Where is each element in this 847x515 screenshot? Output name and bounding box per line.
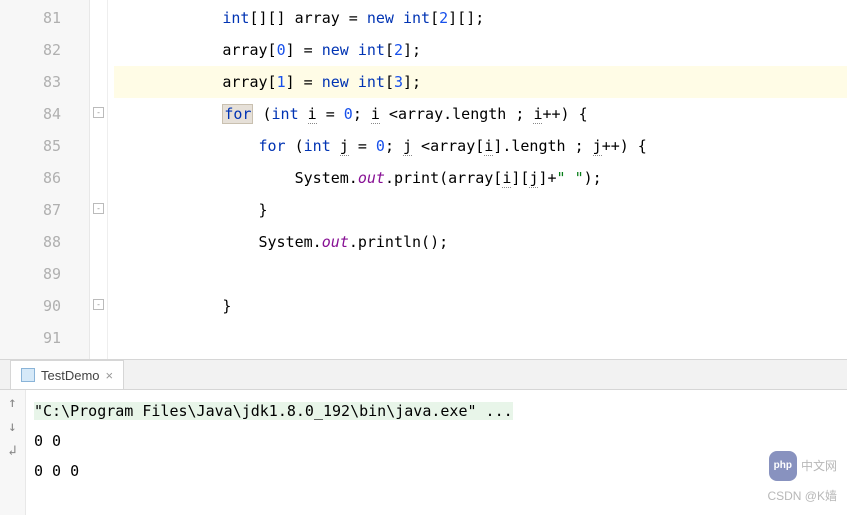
code-line: for (int i = 0; i <array.length ; i++) { bbox=[114, 98, 847, 130]
code-editor[interactable]: 81 82 83 84 85 86 87 88 89 90 91 - - - i… bbox=[0, 0, 847, 360]
run-tab-testdemo[interactable]: TestDemo × bbox=[10, 360, 124, 389]
console-toolbar: ↑ ↓ ↲ bbox=[0, 390, 26, 515]
line-number: 81 bbox=[0, 2, 89, 34]
console-output[interactable]: "C:\Program Files\Java\jdk1.8.0_192\bin\… bbox=[26, 390, 847, 515]
watermark: php中文网 CSDN @K嫱 bbox=[767, 451, 837, 511]
run-tab-bar: TestDemo × bbox=[0, 360, 847, 390]
fold-column: - - - bbox=[90, 0, 108, 359]
code-line-current: array[1] = new int[3]; bbox=[114, 66, 847, 98]
scroll-down-icon[interactable]: ↓ bbox=[6, 420, 20, 434]
line-number: 85 bbox=[0, 130, 89, 162]
console-command: "C:\Program Files\Java\jdk1.8.0_192\bin\… bbox=[34, 402, 513, 420]
line-number: 86 bbox=[0, 162, 89, 194]
line-number: 82 bbox=[0, 34, 89, 66]
code-line bbox=[114, 322, 847, 354]
line-number: 87 bbox=[0, 194, 89, 226]
fold-toggle-icon[interactable]: - bbox=[93, 107, 104, 118]
line-number: 90 bbox=[0, 290, 89, 322]
code-line: int[][] array = new int[2][]; bbox=[114, 2, 847, 34]
console-line: 0 0 bbox=[34, 426, 839, 456]
run-config-icon bbox=[21, 368, 35, 382]
line-number: 83 bbox=[0, 66, 89, 98]
code-line: } bbox=[114, 290, 847, 322]
fold-toggle-icon[interactable]: - bbox=[93, 299, 104, 310]
soft-wrap-icon[interactable]: ↲ bbox=[6, 444, 20, 458]
code-line: } bbox=[114, 194, 847, 226]
fold-toggle-icon[interactable]: - bbox=[93, 203, 104, 214]
code-area[interactable]: int[][] array = new int[2][]; array[0] =… bbox=[108, 0, 847, 359]
line-number: 91 bbox=[0, 322, 89, 354]
code-line: for (int j = 0; j <array[i].length ; j++… bbox=[114, 130, 847, 162]
tab-label: TestDemo bbox=[41, 368, 100, 383]
code-line: System.out.print(array[i][j]+" "); bbox=[114, 162, 847, 194]
close-icon[interactable]: × bbox=[106, 368, 114, 383]
code-line bbox=[114, 258, 847, 290]
line-number: 89 bbox=[0, 258, 89, 290]
line-number: 88 bbox=[0, 226, 89, 258]
console-panel: ↑ ↓ ↲ "C:\Program Files\Java\jdk1.8.0_19… bbox=[0, 390, 847, 515]
code-line: array[0] = new int[2]; bbox=[114, 34, 847, 66]
code-line: System.out.println(); bbox=[114, 226, 847, 258]
console-line: 0 0 0 bbox=[34, 456, 839, 486]
line-number: 84 bbox=[0, 98, 89, 130]
line-number-gutter: 81 82 83 84 85 86 87 88 89 90 91 bbox=[0, 0, 90, 359]
scroll-up-icon[interactable]: ↑ bbox=[6, 396, 20, 410]
